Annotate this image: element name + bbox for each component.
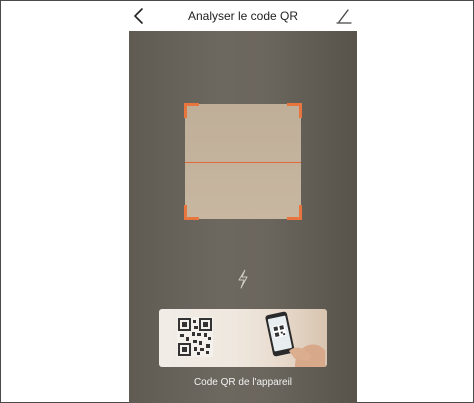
device-qr-code-card[interactable] [159, 309, 327, 367]
screenshot-frame: Analyser le code QR Code QR de l'apparei… [0, 0, 474, 403]
scan-frame [184, 103, 302, 220]
scan-corner [184, 205, 199, 220]
scan-corner [287, 205, 302, 220]
lightning-icon [238, 269, 248, 289]
scan-line [185, 162, 301, 163]
page-title: Analyser le code QR [187, 9, 299, 23]
device-qr-code-label: Code QR de l'appareil [193, 377, 293, 388]
scan-corner [287, 103, 302, 118]
scan-corner [184, 103, 199, 118]
phone-screen: Analyser le code QR Code QR de l'apparei… [129, 1, 357, 403]
qr-code-image [177, 317, 213, 357]
camera-view: Code QR de l'appareil [129, 31, 357, 403]
chevron-left-icon [134, 8, 143, 24]
edit-button[interactable] [335, 6, 353, 26]
pencil-icon [336, 9, 352, 24]
hand-holding-phone-image [265, 311, 325, 367]
back-button[interactable] [129, 5, 149, 27]
top-bar: Analyser le code QR [129, 1, 357, 31]
flash-toggle-button[interactable] [233, 267, 253, 291]
